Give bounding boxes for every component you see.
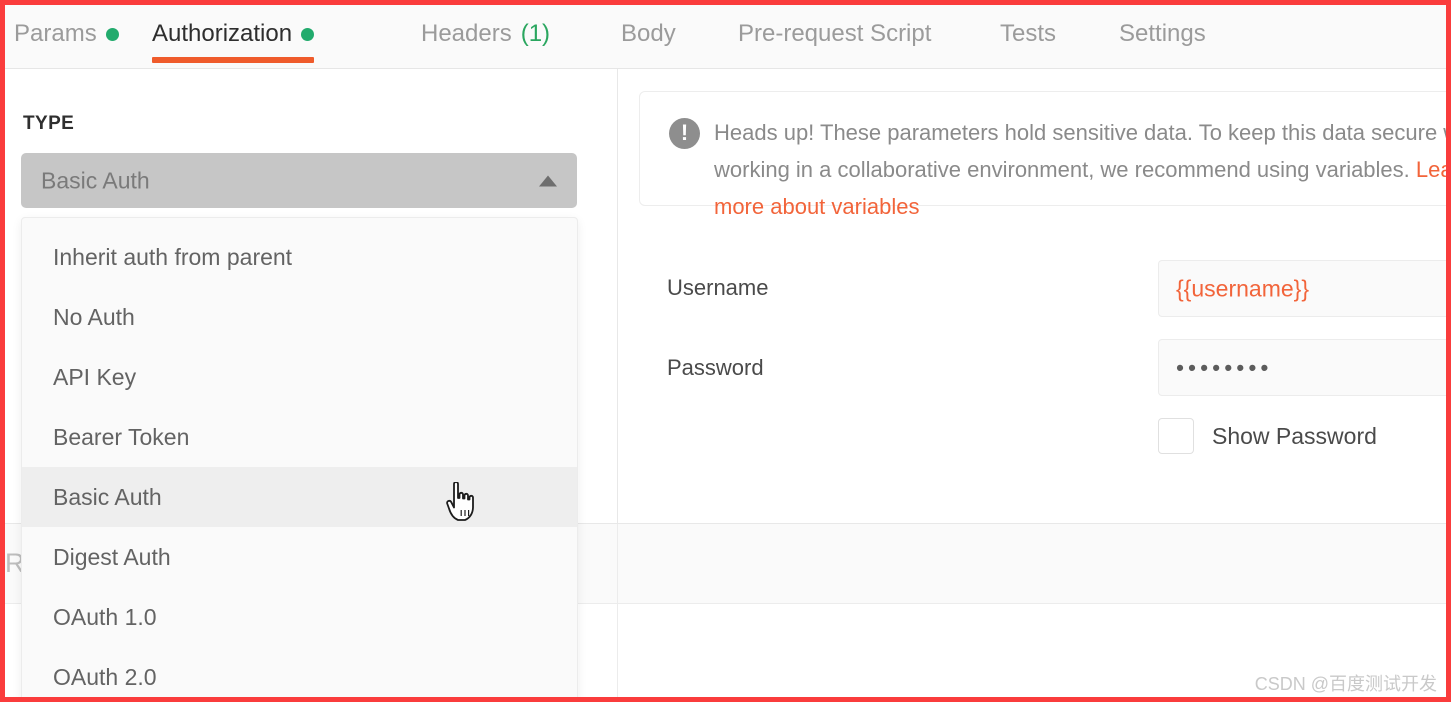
auth-option-label: Bearer Token: [53, 423, 190, 450]
tab-label: Headers: [421, 20, 512, 47]
tab-label: Authorization: [152, 20, 293, 47]
auth-option-oauth-2-0[interactable]: OAuth 2.0: [22, 647, 577, 701]
auth-option-label: API Key: [53, 363, 137, 390]
username-input-value: {{username}}: [1176, 275, 1310, 301]
show-password-label: Show Password: [1212, 422, 1377, 449]
notice-body: Heads up! These parameters hold sensitiv…: [714, 120, 1451, 182]
pane-divider: [617, 69, 618, 523]
username-input[interactable]: {{username}}: [1158, 260, 1451, 317]
type-section-label: TYPE: [23, 113, 75, 134]
auth-option-label: Inherit auth from parent: [53, 243, 293, 270]
tab-headers[interactable]: Headers (1): [421, 0, 550, 68]
password-input[interactable]: ••••••••: [1158, 339, 1451, 396]
auth-option-label: OAuth 2.0: [53, 663, 157, 690]
unsaved-dot-icon: [301, 27, 315, 41]
auth-option-api-key[interactable]: API Key: [22, 347, 577, 407]
lower-pane-divider: [617, 524, 618, 702]
tab-pre-request-script[interactable]: Pre-request Script: [738, 0, 931, 68]
notice-text: Heads up! These parameters hold sensitiv…: [714, 114, 1451, 225]
tab-settings[interactable]: Settings: [1119, 0, 1206, 68]
auth-type-select[interactable]: Basic Auth: [21, 153, 577, 208]
auth-option-digest-auth[interactable]: Digest Auth: [22, 527, 577, 587]
tab-label: Pre-request Script: [738, 20, 932, 47]
show-password-checkbox[interactable]: [1158, 418, 1194, 454]
auth-option-basic-auth[interactable]: Basic Auth: [22, 467, 577, 527]
headers-count-badge: (1): [520, 20, 551, 47]
auth-type-dropdown-menu[interactable]: Inherit auth from parent No Auth API Key Be…: [21, 217, 578, 702]
auth-option-label: Digest Auth: [53, 543, 171, 570]
tab-params[interactable]: Params: [14, 0, 119, 68]
auth-option-bearer-token[interactable]: Bearer Token: [22, 407, 577, 467]
tab-body[interactable]: Body: [621, 0, 676, 68]
auth-type-select-value: Basic Auth: [41, 167, 150, 193]
exclamation-circle-icon: !: [669, 118, 700, 149]
tab-label: Body: [621, 20, 676, 47]
auth-option-label: OAuth 1.0: [53, 603, 157, 630]
active-tab-underline: [152, 57, 315, 63]
tab-tests[interactable]: Tests: [1000, 0, 1056, 68]
caret-up-icon: [539, 175, 557, 186]
auth-option-label: No Auth: [53, 303, 135, 330]
auth-option-inherit-auth-from-parent[interactable]: Inherit auth from parent: [22, 227, 577, 287]
password-label: Password: [667, 355, 764, 380]
unsaved-dot-icon: [105, 27, 119, 41]
auth-option-label: Basic Auth: [53, 483, 162, 510]
tab-label: Params: [14, 20, 97, 47]
postman-authorization-screen: Params Authorization Headers (1) Body Pr…: [0, 0, 1451, 702]
request-tab-bar: Params Authorization Headers (1) Body Pr…: [0, 0, 1451, 69]
tab-authorization[interactable]: Authorization: [152, 0, 315, 68]
tab-label: Tests: [1000, 20, 1057, 47]
exclamation-glyph: !: [680, 119, 689, 145]
show-password-row[interactable]: Show Password: [1158, 418, 1377, 454]
tab-label: Settings: [1119, 20, 1206, 47]
auth-option-oauth-1-0[interactable]: OAuth 1.0: [22, 587, 577, 647]
username-label: Username: [667, 275, 769, 300]
sensitive-data-notice: ! Heads up! These parameters hold sensit…: [639, 91, 1451, 219]
password-input-value: ••••••••: [1176, 354, 1273, 380]
csdn-watermark: CSDN @百度测试开发: [1254, 674, 1437, 694]
auth-option-no-auth[interactable]: No Auth: [22, 287, 577, 347]
